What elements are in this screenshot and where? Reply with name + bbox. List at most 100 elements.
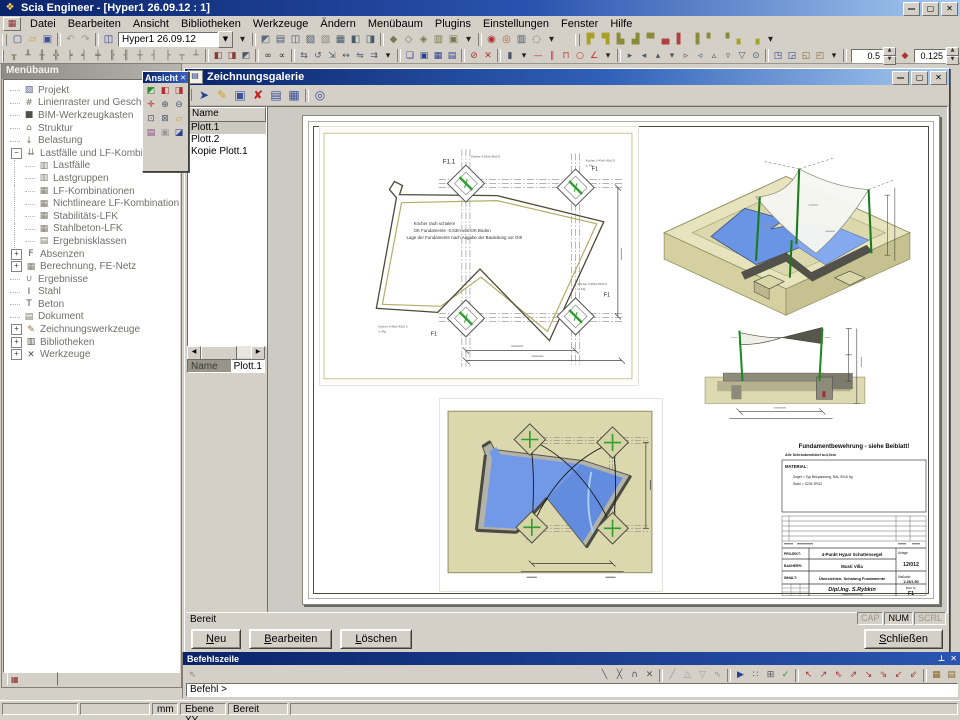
combo-more-icon[interactable]: ▾ — [235, 33, 250, 47]
search-2-icon[interactable]: ∝ — [275, 49, 289, 62]
snap-ok-icon[interactable]: ✓ — [778, 668, 793, 683]
shrink-view-icon[interactable]: ◱ — [799, 49, 813, 62]
loeschen-button[interactable]: Löschen — [340, 629, 412, 649]
chevron-down-icon[interactable]: ▼ — [218, 31, 233, 48]
clip-front-icon[interactable]: ◳ — [771, 49, 785, 62]
render-solid-icon[interactable]: ◆ — [386, 33, 401, 47]
hinge-plate-icon[interactable]: ╡ — [77, 49, 91, 62]
show-selection-icon[interactable]: ◨ — [225, 49, 239, 62]
menu-men-baum[interactable]: Menübaum — [362, 17, 429, 31]
menu-plugins[interactable]: Plugins — [429, 17, 477, 31]
copy-plot-icon[interactable]: ▣ — [231, 87, 249, 104]
delete-plot-icon[interactable]: ✘ — [249, 87, 267, 104]
mirror-icon[interactable]: ⇋ — [353, 49, 367, 62]
project-combo[interactable]: Hyper1 26.09.12 ▼ — [118, 32, 233, 47]
activity-icon[interactable]: ▮ — [503, 49, 517, 62]
paste-icon[interactable]: ▧ — [318, 33, 333, 47]
preview-plot-icon[interactable]: ◎ — [311, 87, 329, 104]
invert-selection-icon[interactable]: ◩ — [239, 49, 253, 62]
tree-item-berechnung-fe-netz[interactable]: +▦Berechnung, FE-Netz — [4, 260, 179, 273]
mode-polygon-icon[interactable]: △ — [680, 668, 695, 683]
maximize-icon[interactable]: ▢ — [911, 71, 928, 85]
point-support-icon[interactable]: ┬ — [175, 49, 189, 62]
grid-lines-icon[interactable]: ⊞ — [763, 668, 778, 683]
plot-edge-right-icon[interactable]: ▐ — [688, 33, 703, 47]
befehlszeile-title[interactable]: Befehlszeile ⊥ ✕ — [183, 652, 960, 665]
edit-plot-icon[interactable]: ✎ — [213, 87, 231, 104]
scrollbar-thumb[interactable] — [201, 346, 237, 360]
select-dimension-icon[interactable]: ▹ — [679, 49, 693, 62]
command-input[interactable]: Befehl > — [186, 683, 958, 697]
tree-item-ergebnisse[interactable]: ∪Ergebnisse — [4, 273, 179, 286]
project-combo-value[interactable]: Hyper1 26.09.12 — [118, 32, 218, 47]
snap-cross-icon[interactable]: ╳ — [612, 668, 627, 683]
property-name-label[interactable]: Name — [187, 359, 232, 373]
snap-close-icon[interactable]: ✕ — [642, 668, 657, 683]
mode-chain-icon[interactable]: ∿ — [710, 668, 725, 683]
menu-bibliotheken[interactable]: Bibliotheken — [175, 17, 247, 31]
window-arrange-1-icon[interactable]: ❏ — [403, 49, 417, 62]
status-unit[interactable]: mm — [152, 703, 178, 715]
menu-bearbeiten[interactable]: Bearbeiten — [62, 17, 127, 31]
more-view-icon[interactable]: ▾ — [544, 33, 559, 47]
color-palette-icon[interactable]: ◉ — [484, 33, 499, 47]
menu--ndern[interactable]: Ändern — [314, 17, 361, 31]
render-textured-icon[interactable]: ◈ — [416, 33, 431, 47]
color-zoom-icon[interactable]: ◎ — [499, 33, 514, 47]
grid-step-spinner[interactable]: 0.125 ▲▼ — [914, 47, 959, 65]
tree-item-bibliotheken[interactable]: +▥Bibliotheken — [4, 336, 179, 349]
select-text-icon[interactable]: ◃ — [693, 49, 707, 62]
view-front-icon[interactable]: ◨ — [172, 84, 186, 98]
tree-item-nichtlineare-lf-kombinationen[interactable]: ▦Nichtlineare LF-Kombinationen — [4, 197, 179, 210]
interface-element-icon[interactable]: ┼ — [133, 49, 147, 62]
select-member-icon[interactable]: ◂ — [637, 49, 651, 62]
toolbar-grip[interactable] — [575, 34, 580, 46]
print-plot-icon[interactable]: ▤ — [267, 87, 285, 104]
select-node-icon[interactable]: ▸ — [623, 49, 637, 62]
split-vertical-icon[interactable]: ◨ — [363, 33, 378, 47]
tree-item-lf-kombinationen[interactable]: ▦LF-Kombinationen — [4, 185, 179, 198]
window-arrange-4-icon[interactable]: ▤ — [445, 49, 459, 62]
dimension-scale-spinner[interactable]: 0.5 ▲▼ — [851, 47, 896, 65]
menu-ansicht[interactable]: Ansicht — [127, 17, 175, 31]
select-all-icon[interactable]: ⊙ — [749, 49, 763, 62]
cursor-snap-icon[interactable]: ▶ — [733, 668, 748, 683]
search-1-icon[interactable]: ∞ — [261, 49, 275, 62]
property-name-value[interactable]: Plott.1 — [232, 359, 265, 373]
support-roller-icon[interactable]: ╫ — [35, 49, 49, 62]
menu-fenster[interactable]: Fenster — [555, 17, 604, 31]
spinner-down-icon[interactable]: ▼ — [946, 56, 959, 65]
display-settings-icon[interactable]: ▥ — [514, 33, 529, 47]
tree-item-werkzeuge[interactable]: +✕Werkzeuge — [4, 348, 179, 361]
view-iso-icon[interactable]: ◩ — [144, 84, 158, 98]
ansicht-toolbar-title[interactable]: Ansicht ✕ — [143, 72, 188, 83]
more-clip-icon[interactable]: ▾ — [827, 49, 841, 62]
menubaum-dock-tab[interactable]: ▦ — [7, 672, 58, 686]
tree-item-absenzen[interactable]: +FAbsenzen — [4, 248, 179, 261]
expand-icon[interactable]: + — [11, 261, 22, 272]
stretch-icon[interactable]: ↔ — [339, 49, 353, 62]
render-wireframe-icon[interactable]: ◇ — [401, 33, 416, 47]
save-plot-icon[interactable]: ▦ — [285, 87, 303, 104]
mode-pick-icon[interactable]: ▽ — [695, 668, 710, 683]
support-hinged-icon[interactable]: ╨ — [21, 49, 35, 62]
zoom-window-icon[interactable]: ⊡ — [144, 112, 158, 126]
new-plot-icon[interactable]: ▱ — [172, 112, 186, 126]
menu-werkzeuge[interactable]: Werkzeuge — [247, 17, 314, 31]
rotate-icon[interactable]: ↺ — [311, 49, 325, 62]
spinner-down-icon[interactable]: ▼ — [883, 56, 896, 65]
plot-cell-1-icon[interactable]: ▘ — [703, 33, 718, 47]
menu-einstellungen[interactable]: Einstellungen — [477, 17, 555, 31]
expand-icon[interactable]: + — [11, 337, 22, 348]
plot-cell-2-icon[interactable]: ▝ — [718, 33, 733, 47]
zoom-in-icon[interactable]: ⊕ — [158, 98, 172, 112]
dimension-parallel-icon[interactable]: ∥ — [545, 49, 559, 62]
print-view-icon[interactable]: ▤ — [144, 126, 158, 140]
open-folder-icon[interactable]: ▱ — [25, 33, 40, 47]
spinner-up-icon[interactable]: ▲ — [946, 47, 959, 56]
toolbar-grip[interactable] — [2, 50, 4, 62]
new-document-icon[interactable]: ▢ — [10, 33, 25, 47]
plot-edge-bottom-icon[interactable]: ▄ — [658, 33, 673, 47]
close-icon[interactable]: ✕ — [180, 74, 186, 82]
plot-list-scrollbar[interactable]: ◀ ▶ — [187, 346, 265, 358]
